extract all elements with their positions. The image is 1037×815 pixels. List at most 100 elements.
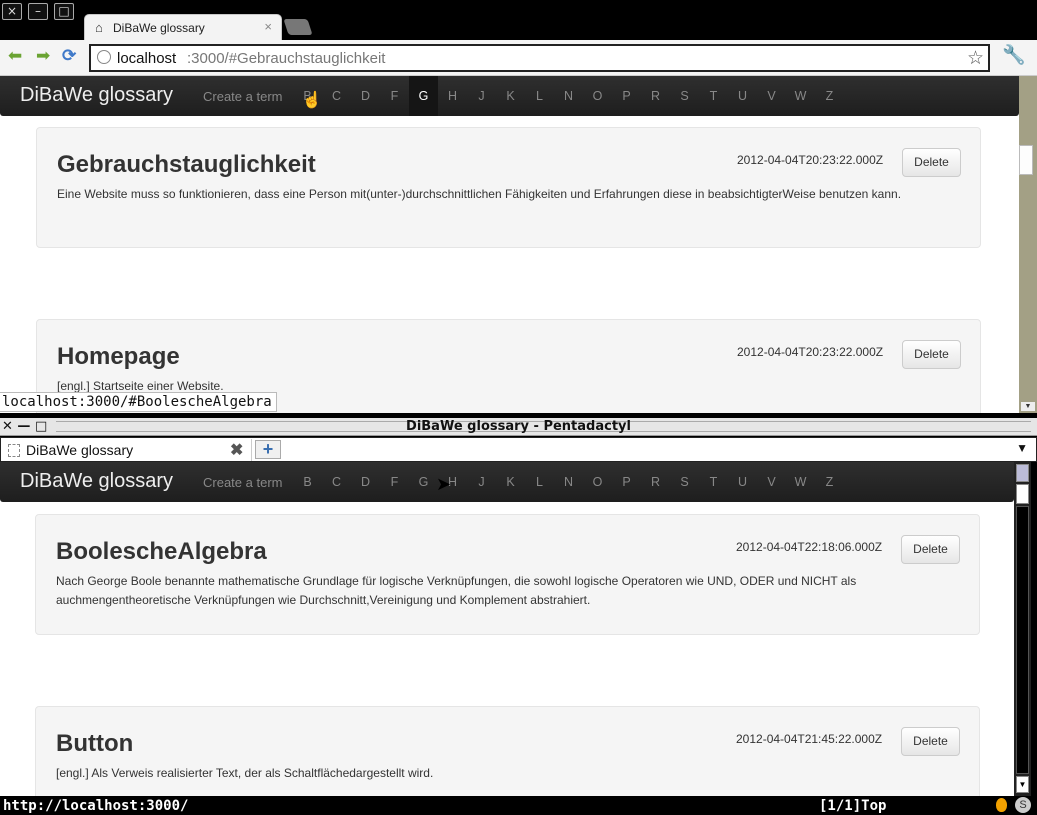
window-close-button[interactable]: × (2, 3, 22, 20)
new-tab-button[interactable]: + (255, 440, 281, 459)
addon-icon[interactable]: S (1015, 797, 1031, 813)
letter-link-c[interactable]: C (322, 462, 351, 502)
letter-link-v[interactable]: V (757, 462, 786, 502)
new-tab-button[interactable] (283, 19, 313, 35)
letter-link-n[interactable]: N (554, 76, 583, 116)
desktop-screen: × – □ ⌂ DiBaWe glossary × ⬅ ➡ ⟳ localhos… (0, 0, 1037, 815)
letter-link-p[interactable]: P (612, 462, 641, 502)
create-term-link[interactable]: Create a term (203, 475, 282, 490)
letter-link-o[interactable]: O (583, 76, 612, 116)
letter-link-l[interactable]: L (525, 462, 554, 502)
reload-icon[interactable]: ⟳ (62, 46, 76, 66)
window-minimize-button[interactable]: – (28, 3, 48, 20)
letter-link-n[interactable]: N (554, 462, 583, 502)
window-edge (1031, 462, 1037, 796)
letter-link-k[interactable]: K (496, 462, 525, 502)
entry-description: Nach George Boole benannte mathematische… (56, 574, 857, 607)
entry-date: 2012-04-04T22:18:06.000Z (736, 540, 883, 554)
create-term-link[interactable]: Create a term (203, 89, 282, 104)
globe-icon (97, 50, 111, 64)
entry-date: 2012-04-04T20:23:22.000Z (737, 153, 884, 167)
letter-link-t[interactable]: T (699, 462, 728, 502)
home-icon: ⌂ (95, 20, 103, 35)
letter-link-r[interactable]: R (641, 462, 670, 502)
back-arrow-icon[interactable]: ⬅ (8, 46, 22, 66)
letter-link-f[interactable]: F (380, 76, 409, 116)
window-maximize-button[interactable]: □ (54, 3, 74, 20)
tab-close-icon[interactable]: ✖ (230, 440, 243, 460)
delete-button[interactable]: Delete (901, 535, 960, 564)
hand-cursor-icon: ☝ (302, 92, 322, 109)
letter-link-z[interactable]: Z (815, 76, 844, 116)
letter-link-p[interactable]: P (612, 76, 641, 116)
delete-button[interactable]: Delete (901, 727, 960, 756)
glossary-entry: Gebrauchstauglichkeit 2012-04-04T20:23:2… (36, 127, 981, 248)
scroll-up-button[interactable] (1016, 464, 1029, 482)
entry-title: BoolescheAlgebra (56, 538, 267, 565)
glossary-entry: Button 2012-04-04T21:45:22.000Z Delete [… (35, 706, 980, 796)
letter-link-d[interactable]: D (351, 462, 380, 502)
chromium-tab-strip: × – □ ⌂ DiBaWe glossary × (0, 0, 1037, 41)
entry-date: 2012-04-04T20:23:22.000Z (737, 345, 884, 359)
scrollbar-thumb[interactable] (1019, 145, 1033, 175)
pentadactyl-titlebar: ✕ — □ DiBaWe glossary - Pentadactyl (0, 418, 1037, 436)
letter-link-w[interactable]: W (786, 462, 815, 502)
arrow-cursor-icon: ➤ (436, 474, 452, 494)
tab-close-icon[interactable]: × (264, 19, 272, 34)
link-status-bubble: localhost:3000/#BoolescheAlgebra (0, 392, 277, 412)
entry-description: Eine Website muss so funktionieren, dass… (57, 187, 902, 201)
letter-link-c[interactable]: C (322, 76, 351, 116)
pentadactyl-scrollbar[interactable]: ▼ (1014, 462, 1031, 796)
letter-link-r[interactable]: R (641, 76, 670, 116)
scroll-down-arrow-icon[interactable]: ▼ (1016, 776, 1029, 793)
letter-link-t[interactable]: T (699, 76, 728, 116)
browser-tab[interactable]: DiBaWe glossary ✖ (1, 439, 252, 461)
letter-link-o[interactable]: O (583, 462, 612, 502)
letter-nav: BCDFGHJKLNOPRSTUVWZ (293, 76, 844, 116)
letter-link-j[interactable]: J (467, 76, 496, 116)
browser-tab[interactable]: ⌂ DiBaWe glossary × (84, 14, 282, 41)
browser-tab-title: DiBaWe glossary (113, 21, 205, 35)
chromium-window: × – □ ⌂ DiBaWe glossary × ⬅ ➡ ⟳ localhos… (0, 0, 1037, 413)
letter-link-g[interactable]: G (409, 462, 438, 502)
letter-link-w[interactable]: W (786, 76, 815, 116)
app-brand[interactable]: DiBaWe glossary (20, 470, 173, 493)
pentadactyl-status-line: http://localhost:3000/ [1/1]Top S (0, 796, 1037, 815)
address-bar[interactable]: localhost :3000/#Gebrauchstauglichkeit ☆ (89, 44, 990, 72)
status-url: http://localhost:3000/ (3, 798, 189, 814)
window-title: DiBaWe glossary - Pentadactyl (406, 419, 631, 434)
letter-link-u[interactable]: U (728, 76, 757, 116)
chromium-toolbar: ⬅ ➡ ⟳ localhost :3000/#Gebrauchstauglich… (0, 40, 1037, 76)
scrollbar-track[interactable] (1016, 506, 1029, 774)
address-path: :3000/#Gebrauchstauglichkeit (187, 50, 386, 67)
flame-icon (996, 798, 1007, 812)
star-icon[interactable]: ☆ (967, 47, 984, 70)
wrench-icon[interactable]: 🔧 (1002, 46, 1026, 66)
letter-link-d[interactable]: D (351, 76, 380, 116)
letter-nav: BCDFGHJKLNOPRSTUVWZ (293, 462, 844, 502)
letter-link-l[interactable]: L (525, 76, 554, 116)
delete-button[interactable]: Delete (902, 340, 961, 369)
app-brand[interactable]: DiBaWe glossary (20, 84, 173, 107)
letter-link-s[interactable]: S (670, 462, 699, 502)
delete-button[interactable]: Delete (902, 148, 961, 177)
letter-link-f[interactable]: F (380, 462, 409, 502)
letter-link-u[interactable]: U (728, 462, 757, 502)
scrollbar-thumb[interactable] (1016, 484, 1029, 504)
letter-link-h[interactable]: H (438, 76, 467, 116)
app-navbar: DiBaWe glossary Create a term BCDFGHJKLN… (0, 462, 1014, 502)
letter-link-k[interactable]: K (496, 76, 525, 116)
forward-arrow-icon[interactable]: ➡ (36, 46, 50, 66)
entry-description: [engl.] Als Verweis realisierter Text, d… (56, 766, 434, 780)
scroll-down-arrow-icon[interactable]: ▼ (1021, 402, 1035, 411)
letter-link-v[interactable]: V (757, 76, 786, 116)
letter-link-b[interactable]: B (293, 462, 322, 502)
tab-list-dropdown-icon[interactable]: ▼ (1016, 441, 1028, 455)
letter-link-j[interactable]: J (467, 462, 496, 502)
letter-link-s[interactable]: S (670, 76, 699, 116)
chromium-scrollbar[interactable]: ▼ (1019, 76, 1037, 413)
letter-link-z[interactable]: Z (815, 462, 844, 502)
entry-title: Gebrauchstauglichkeit (57, 151, 316, 178)
letter-link-g[interactable]: G (409, 76, 438, 116)
chromium-page: DiBaWe glossary Create a term BCDFGHJKLN… (0, 76, 1019, 413)
